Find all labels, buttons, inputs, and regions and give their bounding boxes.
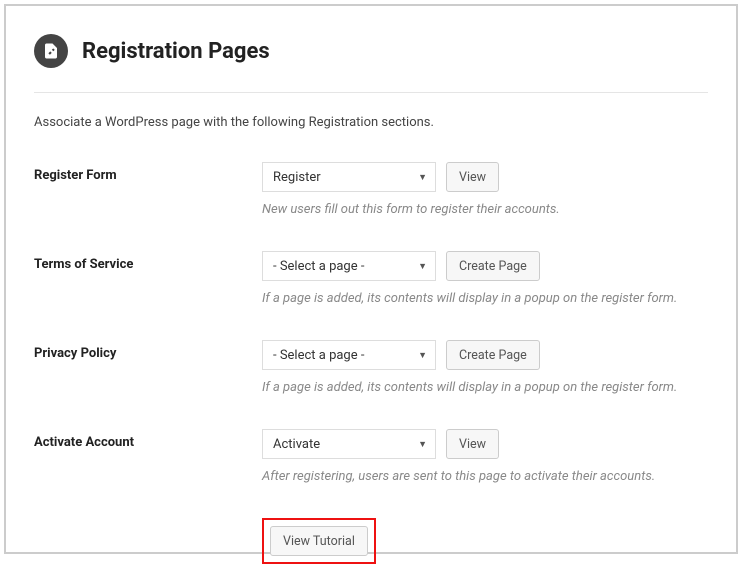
select-value: - Select a page - <box>273 259 364 274</box>
panel-description: Associate a WordPress page with the foll… <box>34 115 708 130</box>
page-title: Registration Pages <box>82 39 270 64</box>
view-button[interactable]: View <box>446 429 499 459</box>
footer-row: View Tutorial <box>34 518 708 564</box>
edit-page-icon <box>34 34 68 68</box>
row-terms-of-service: Terms of Service - Select a page - Creat… <box>34 251 708 306</box>
settings-panel: Registration Pages Associate a WordPress… <box>4 4 738 554</box>
create-page-button[interactable]: Create Page <box>446 251 540 281</box>
divider <box>34 92 708 93</box>
label-register-form: Register Form <box>34 162 262 183</box>
select-register-form[interactable]: Register <box>262 162 436 192</box>
select-terms-of-service[interactable]: - Select a page - <box>262 251 436 281</box>
row-privacy-policy: Privacy Policy - Select a page - Create … <box>34 340 708 395</box>
label-privacy-policy: Privacy Policy <box>34 340 262 361</box>
create-page-button[interactable]: Create Page <box>446 340 540 370</box>
help-terms-of-service: If a page is added, its contents will di… <box>262 291 708 306</box>
row-register-form: Register Form Register View New users fi… <box>34 162 708 217</box>
select-value: Activate <box>273 437 320 452</box>
label-activate-account: Activate Account <box>34 429 262 450</box>
label-terms-of-service: Terms of Service <box>34 251 262 272</box>
view-button[interactable]: View <box>446 162 499 192</box>
select-value: - Select a page - <box>273 348 364 363</box>
select-privacy-policy[interactable]: - Select a page - <box>262 340 436 370</box>
highlight-box: View Tutorial <box>262 518 376 564</box>
panel-header: Registration Pages <box>34 34 708 68</box>
help-activate-account: After registering, users are sent to thi… <box>262 469 708 484</box>
view-tutorial-button[interactable]: View Tutorial <box>270 526 368 556</box>
row-activate-account: Activate Account Activate View After reg… <box>34 429 708 484</box>
help-privacy-policy: If a page is added, its contents will di… <box>262 380 708 395</box>
help-register-form: New users fill out this form to register… <box>262 202 708 217</box>
select-activate-account[interactable]: Activate <box>262 429 436 459</box>
select-value: Register <box>273 170 321 185</box>
